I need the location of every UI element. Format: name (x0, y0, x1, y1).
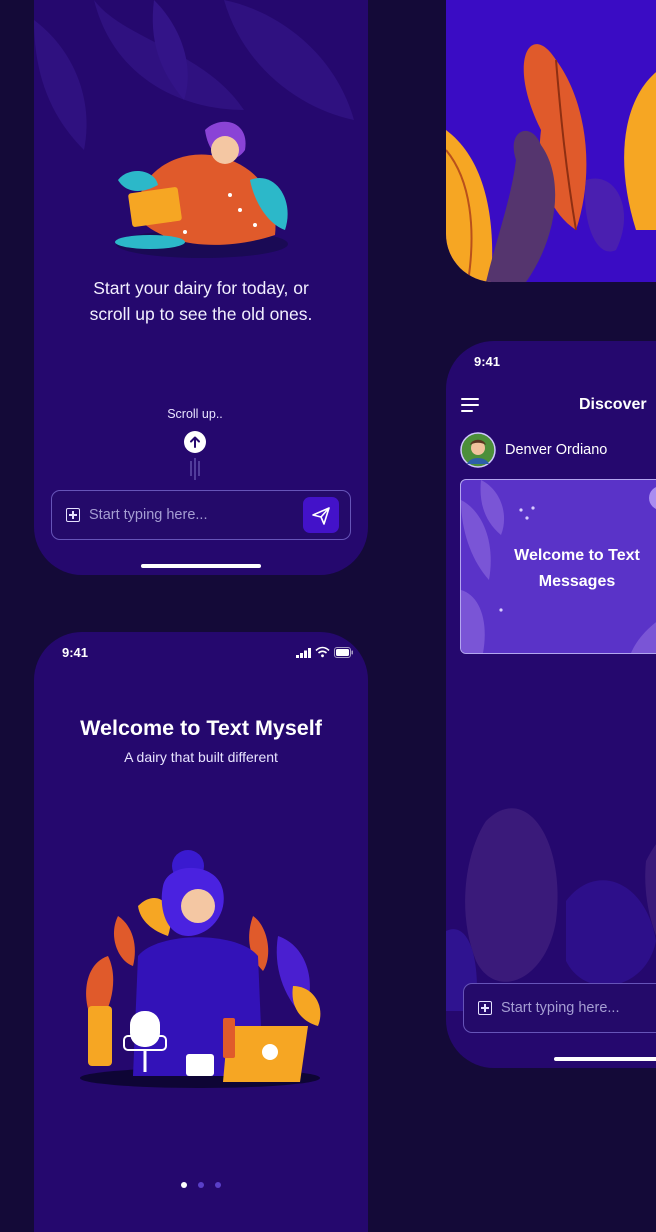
battery-icon (334, 647, 353, 658)
user-name[interactable]: Denver Ordiano (505, 442, 607, 458)
pagination-dot[interactable] (215, 1182, 221, 1188)
status-time: 9:41 (474, 354, 501, 369)
signal-icon (296, 648, 311, 658)
caption-line-2: scroll up to see the old ones. (89, 304, 313, 324)
welcome-title: Welcome to Text Myself (80, 716, 322, 740)
diary-caption: Start your dairy for today, or scroll up… (34, 275, 368, 327)
welcome-subtitle: A dairy that built different (124, 749, 278, 765)
send-button[interactable] (303, 497, 339, 533)
welcome-message-card[interactable]: Welcome to Text Messages (460, 479, 656, 654)
diary-message-input[interactable]: Start typing here... (51, 490, 351, 540)
card-title-line-2: Messages (538, 573, 616, 590)
caption-line-1: Start your dairy for today, or (93, 278, 309, 298)
arrow-up-icon[interactable] (184, 431, 206, 453)
dark-leaves-background (446, 808, 656, 1011)
plus-square-icon[interactable] (66, 508, 80, 522)
autumn-leaves-illustration (446, 44, 656, 282)
card-title: Welcome to Text Messages (461, 543, 656, 595)
hamburger-menu-icon[interactable] (461, 397, 481, 413)
home-indicator (141, 564, 261, 568)
plus-square-icon[interactable] (478, 1001, 492, 1015)
girl-with-podcast-mic-illustration (80, 850, 321, 1088)
wifi-icon (315, 646, 330, 658)
pagination-dot[interactable] (198, 1182, 204, 1188)
scroll-up-label: Scroll up.. (167, 407, 223, 421)
status-time: 9:41 (62, 645, 89, 660)
leaves-illustration-screen (446, 0, 656, 282)
discover-screen: 9:41 Discover Denver Ordiano Welcome to … (446, 341, 656, 1068)
scroll-indicator-lines (190, 458, 200, 480)
discover-message-input[interactable]: Start typing here... (463, 983, 656, 1033)
send-icon (312, 507, 330, 525)
avatar[interactable] (460, 432, 496, 468)
girl-with-laptop-illustration (115, 121, 288, 258)
input-placeholder: Start typing here... (501, 1000, 620, 1016)
pagination-dot-active[interactable] (181, 1182, 187, 1188)
input-placeholder: Start typing here... (89, 507, 208, 523)
header-title: Discover (579, 396, 647, 413)
card-title-line-1: Welcome to Text (514, 547, 640, 564)
diary-screen: Start your dairy for today, or scroll up… (34, 0, 368, 575)
home-indicator (554, 1057, 656, 1061)
welcome-screen: 9:41 Welcome to Text Myself A dairy that… (34, 632, 368, 1232)
